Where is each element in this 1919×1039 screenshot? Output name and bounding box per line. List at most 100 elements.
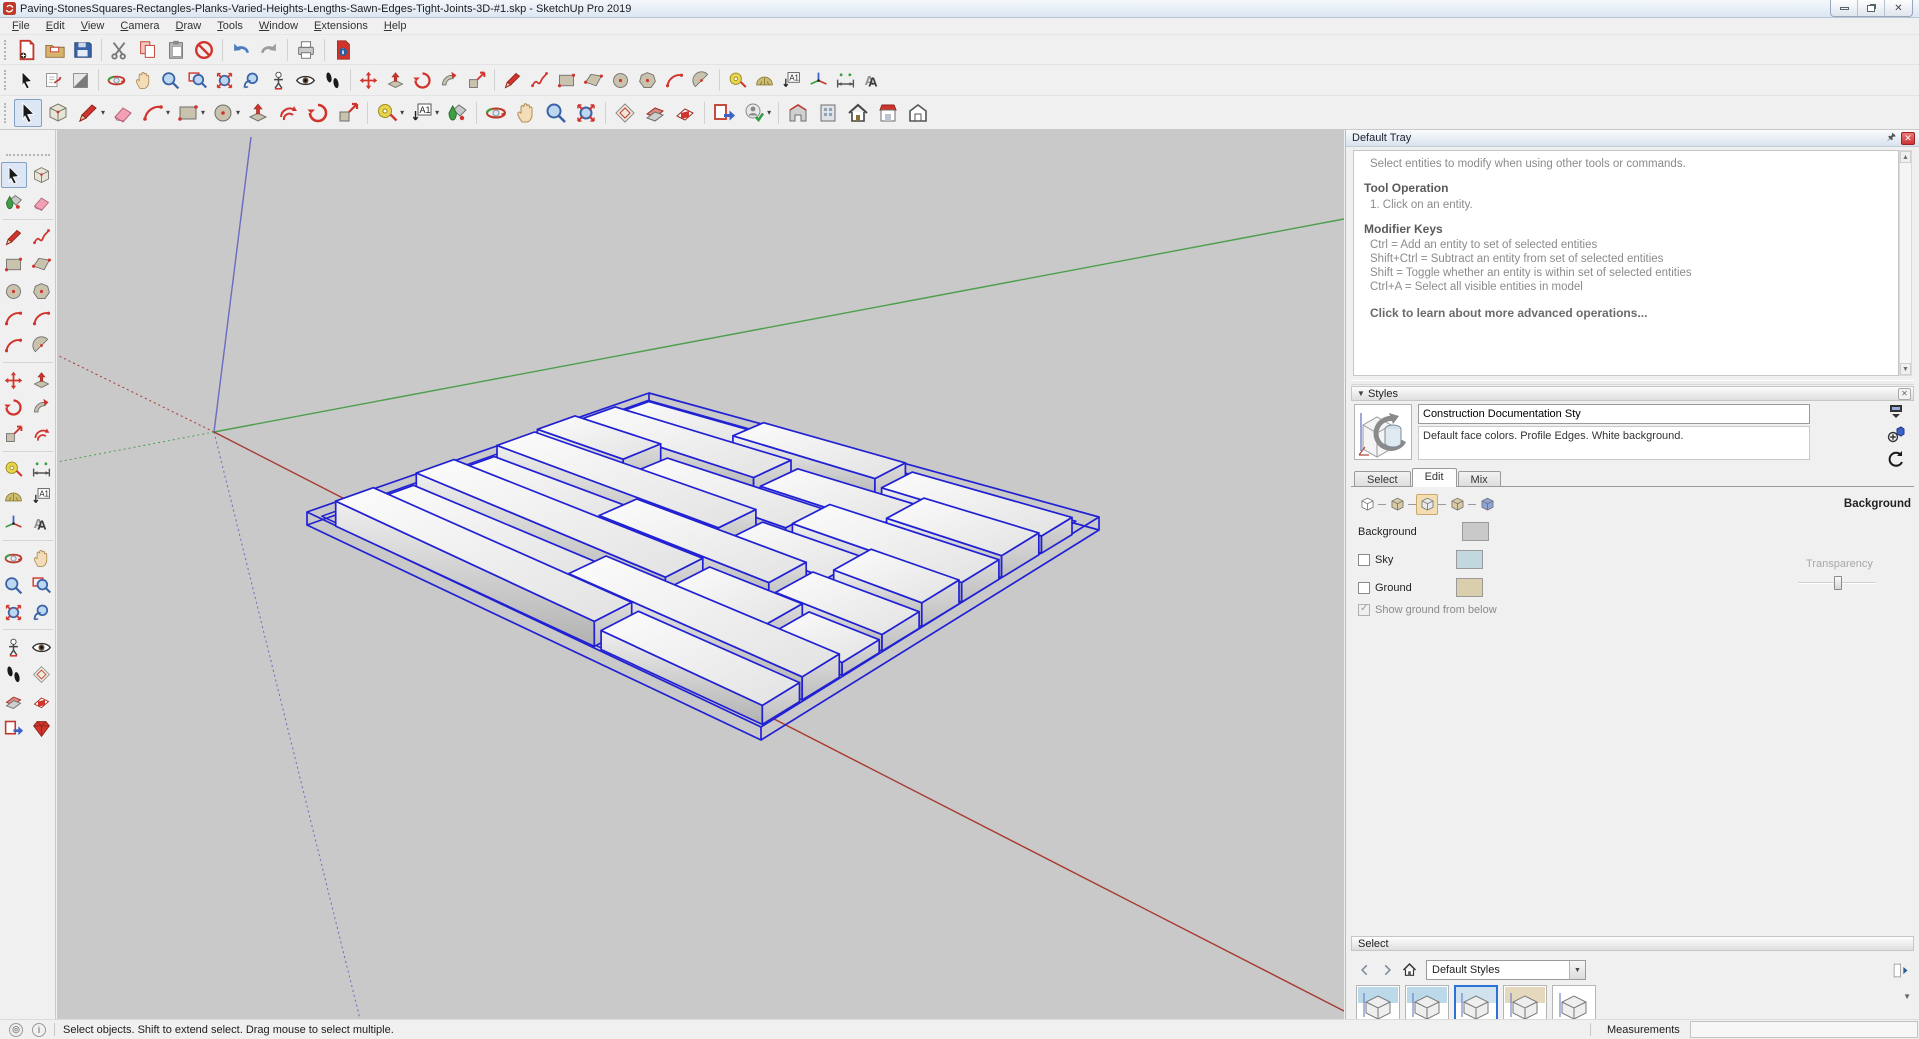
scale-button[interactable] [464, 68, 489, 93]
line-button[interactable] [500, 68, 525, 93]
style-thumbnail-3[interactable] [1454, 985, 1498, 1019]
style-thumbnail-5[interactable] [1552, 985, 1596, 1019]
display-section-cuts-button[interactable] [671, 99, 699, 127]
undo-button[interactable] [228, 37, 254, 63]
help-icon[interactable]: i [32, 1023, 46, 1037]
send-to-layout-button[interactable] [710, 99, 738, 127]
display-section-cuts-toggle[interactable] [29, 688, 55, 714]
styles-collection-dropdown[interactable]: Default Styles ▼ [1426, 960, 1586, 980]
modeling-settings-icon[interactable] [1476, 494, 1498, 515]
slider-thumb[interactable] [1834, 576, 1842, 590]
save-button[interactable] [70, 37, 96, 63]
circle-button[interactable] [608, 68, 633, 93]
axes-tool[interactable] [1, 510, 27, 536]
extension-warehouse-button[interactable] [874, 99, 902, 127]
arc-tool[interactable] [1, 305, 27, 331]
scroll-down-icon[interactable]: ▼ [1900, 363, 1911, 375]
three-point-arc-tool[interactable] [1, 332, 27, 358]
watermark-settings-icon[interactable] [1446, 494, 1468, 515]
polygon-button[interactable] [635, 68, 660, 93]
edge-settings-icon[interactable] [1356, 494, 1378, 515]
freehand-button[interactable] [527, 68, 552, 93]
dimension-button[interactable] [833, 68, 858, 93]
face-settings-icon[interactable] [1386, 494, 1408, 515]
pan-button[interactable] [131, 68, 156, 93]
follow-me-button[interactable] [437, 68, 462, 93]
move-tool[interactable] [1, 367, 27, 393]
send-to-layout-button[interactable] [1, 715, 27, 741]
zoom-previous-button[interactable] [239, 68, 264, 93]
menu-camera[interactable]: Camera [112, 19, 167, 34]
create-style-icon[interactable] [1886, 426, 1906, 444]
pan-tool[interactable] [29, 545, 55, 571]
redo-button[interactable] [256, 37, 282, 63]
make-component-tool[interactable] [29, 162, 55, 188]
tray-splitter[interactable] [1351, 380, 1914, 385]
tape-measure-button[interactable]: ▾ [373, 99, 406, 127]
style-thumbnail-4[interactable] [1503, 985, 1547, 1019]
eraser-button[interactable] [109, 99, 137, 127]
rotate-button[interactable] [410, 68, 435, 93]
copy-button[interactable] [135, 37, 161, 63]
background-swatch[interactable] [1462, 522, 1489, 541]
sky-swatch[interactable] [1456, 550, 1483, 569]
orbit-button[interactable] [104, 68, 129, 93]
share-model-button[interactable] [814, 99, 842, 127]
menu-file[interactable]: File [4, 19, 38, 34]
zoom-extents-button[interactable] [212, 68, 237, 93]
paint-bucket-button[interactable] [443, 99, 471, 127]
line-tool[interactable] [1, 224, 27, 250]
forward-arrow-icon[interactable] [1378, 961, 1396, 979]
eraser-tool[interactable] [29, 189, 55, 215]
zoom-extents-button[interactable] [572, 99, 600, 127]
pie-button[interactable] [689, 68, 714, 93]
scale-button[interactable] [334, 99, 362, 127]
scroll-up-icon[interactable]: ▲ [1900, 151, 1911, 163]
details-arrow-icon[interactable] [1891, 961, 1909, 979]
protractor-button[interactable] [752, 68, 777, 93]
look-around-button[interactable] [293, 68, 318, 93]
look-around-tool[interactable] [29, 634, 55, 660]
tray-close-icon[interactable]: ✕ [1901, 132, 1915, 145]
measurements-input[interactable] [1690, 1021, 1918, 1038]
extension-manager-button[interactable] [904, 99, 932, 127]
background-settings-icon[interactable] [1416, 494, 1438, 515]
secondary-pane-icon[interactable] [1886, 402, 1906, 420]
3d-text-button[interactable]: AA [860, 68, 885, 93]
open-button[interactable] [42, 37, 68, 63]
offset-tool[interactable] [29, 421, 55, 447]
make-component-button[interactable] [44, 99, 72, 127]
protractor-tool[interactable] [1, 483, 27, 509]
position-camera-tool[interactable] [1, 634, 27, 660]
push-pull-tool[interactable] [29, 367, 55, 393]
text-tool[interactable]: A1 [29, 483, 55, 509]
tab-edit[interactable]: Edit [1412, 468, 1457, 487]
shadows-button[interactable] [68, 68, 93, 93]
dimension-tool[interactable] [29, 456, 55, 482]
instructor-scrollbar[interactable]: ▲ ▼ [1899, 150, 1912, 376]
3d-warehouse-button[interactable] [784, 99, 812, 127]
polygon-tool[interactable] [29, 278, 55, 304]
position-camera-button[interactable] [266, 68, 291, 93]
walk-button[interactable] [320, 68, 345, 93]
style-preview-thumbnail[interactable] [1354, 404, 1412, 460]
menu-help[interactable]: Help [376, 19, 415, 34]
walk-tool[interactable] [1, 661, 27, 687]
styles-close-icon[interactable]: ✕ [1898, 388, 1911, 400]
text-button[interactable]: A1 [779, 68, 804, 93]
follow-me-tool[interactable] [29, 394, 55, 420]
extension-warehouse-button[interactable] [29, 715, 55, 741]
select-button[interactable] [14, 99, 42, 127]
paste-button[interactable] [163, 37, 189, 63]
push-pull-button[interactable] [244, 99, 272, 127]
sign-in-button[interactable]: ▾ [740, 99, 773, 127]
orbit-button[interactable] [482, 99, 510, 127]
palette-grip[interactable] [6, 154, 50, 156]
menu-tools[interactable]: Tools [209, 19, 251, 34]
pin-icon[interactable]: 🖈 [1887, 130, 1896, 147]
styles-browser-button[interactable] [41, 68, 66, 93]
geolocation-icon[interactable]: ◎ [9, 1023, 23, 1037]
paint-bucket-tool[interactable] [1, 189, 27, 215]
styles-section-header[interactable]: ▼ Styles ✕ [1351, 386, 1914, 401]
zoom-button[interactable] [158, 68, 183, 93]
